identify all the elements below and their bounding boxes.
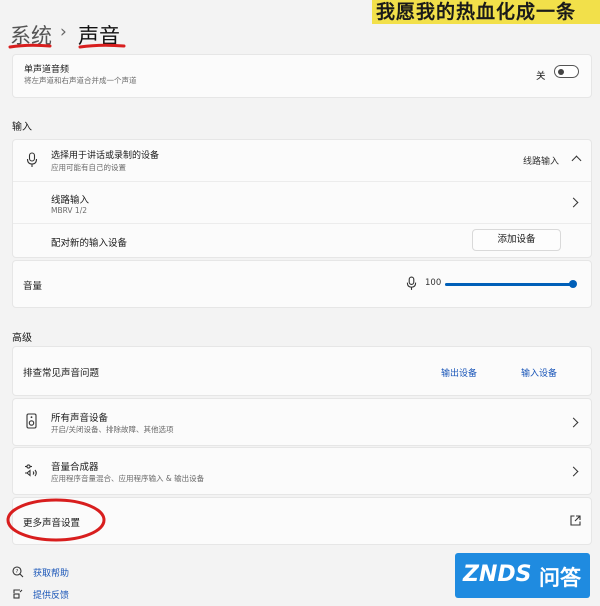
volume-slider[interactable] <box>445 277 577 291</box>
microphone-icon <box>26 152 38 167</box>
microphone-icon <box>406 276 417 290</box>
input-device-select-row[interactable]: 选择用于讲话或录制的设备 应用可能有自己的设置 线路输入 <box>13 140 591 180</box>
all-sound-devices-title: 所有声音设备 <box>51 413 109 424</box>
input-device-select-subtitle: 应用可能有自己的设置 <box>51 163 126 172</box>
input-device-select-title: 选择用于讲话或录制的设备 <box>51 151 160 161</box>
svg-text:?: ? <box>16 569 19 575</box>
troubleshoot-input-link[interactable]: 输入设备 <box>521 366 557 379</box>
volume-slider-thumb[interactable] <box>569 280 577 288</box>
znds-watermark-brand: ZNDS <box>463 562 532 587</box>
volume-card: 音量 100 <box>12 260 592 308</box>
overlay-banner: 我愿我的热血化成一条 <box>372 0 600 24</box>
get-help-label: 获取帮助 <box>33 569 70 579</box>
volume-mixer-icon <box>25 464 37 477</box>
volume-mixer-title: 音量合成器 <box>51 462 99 473</box>
all-sound-devices-card[interactable]: 所有声音设备 开启/关闭设备、排除故障、其他选项 <box>12 398 592 446</box>
chevron-right-icon <box>568 417 579 428</box>
input-section-label: 输入 <box>12 122 32 133</box>
mono-audio-title: 单声道音频 <box>24 65 70 75</box>
line-input-subtitle: MBRV 1/2 <box>51 206 88 215</box>
input-device-card: 选择用于讲话或录制的设备 应用可能有自己的设置 线路输入 线路输入 MBRV 1… <box>12 139 592 258</box>
troubleshoot-card: 排查常见声音问题 输出设备 输入设备 <box>12 346 592 396</box>
pair-input-device-label: 配对新的输入设备 <box>51 238 128 249</box>
add-device-button[interactable]: 添加设备 <box>472 229 561 251</box>
volume-mixer-card[interactable]: 音量合成器 应用程序音量混合、应用程序输入 & 输出设备 <box>12 447 592 495</box>
toggle-knob <box>558 68 564 75</box>
znds-watermark-suffix: 问答 <box>539 566 581 590</box>
znds-watermark-logo: ZNDS 问答 <box>455 553 590 598</box>
toggle-state-label: 关 <box>536 71 546 82</box>
input-device-selected-value: 线路输入 <box>523 157 560 167</box>
annotation-underlines <box>8 43 126 49</box>
all-sound-devices-subtitle: 开启/关闭设备、排除故障、其他选项 <box>51 425 174 434</box>
troubleshoot-label: 排查常见声音问题 <box>23 368 100 379</box>
feedback-icon <box>13 589 23 599</box>
chevron-up-icon <box>571 155 582 166</box>
troubleshoot-output-link[interactable]: 输出设备 <box>441 366 477 379</box>
open-external-icon <box>570 515 581 526</box>
chevron-right-icon <box>568 466 579 477</box>
volume-mixer-subtitle: 应用程序音量混合、应用程序输入 & 输出设备 <box>51 474 205 483</box>
mono-audio-card: 单声道音频 将左声道和右声道合并成一个声道 关 <box>12 54 592 98</box>
line-input-row[interactable]: 线路输入 MBRV 1/2 <box>13 182 591 222</box>
mono-audio-toggle[interactable] <box>554 65 579 78</box>
annotation-circle <box>6 498 106 542</box>
volume-slider-fill <box>445 282 573 286</box>
give-feedback-link[interactable]: 提供反馈 <box>12 587 132 601</box>
volume-value: 100 <box>425 278 442 288</box>
give-feedback-label: 提供反馈 <box>33 591 70 601</box>
speaker-device-icon <box>26 413 37 429</box>
divider <box>13 223 591 224</box>
line-input-title: 线路输入 <box>51 195 90 206</box>
chevron-right-icon <box>568 197 579 208</box>
mono-audio-subtitle: 将左声道和右声道合并成一个声道 <box>24 76 137 85</box>
volume-label: 音量 <box>23 281 43 292</box>
help-icon: ? <box>12 566 24 578</box>
get-help-link[interactable]: ? 获取帮助 <box>12 565 132 579</box>
advanced-section-label: 高级 <box>12 333 32 344</box>
